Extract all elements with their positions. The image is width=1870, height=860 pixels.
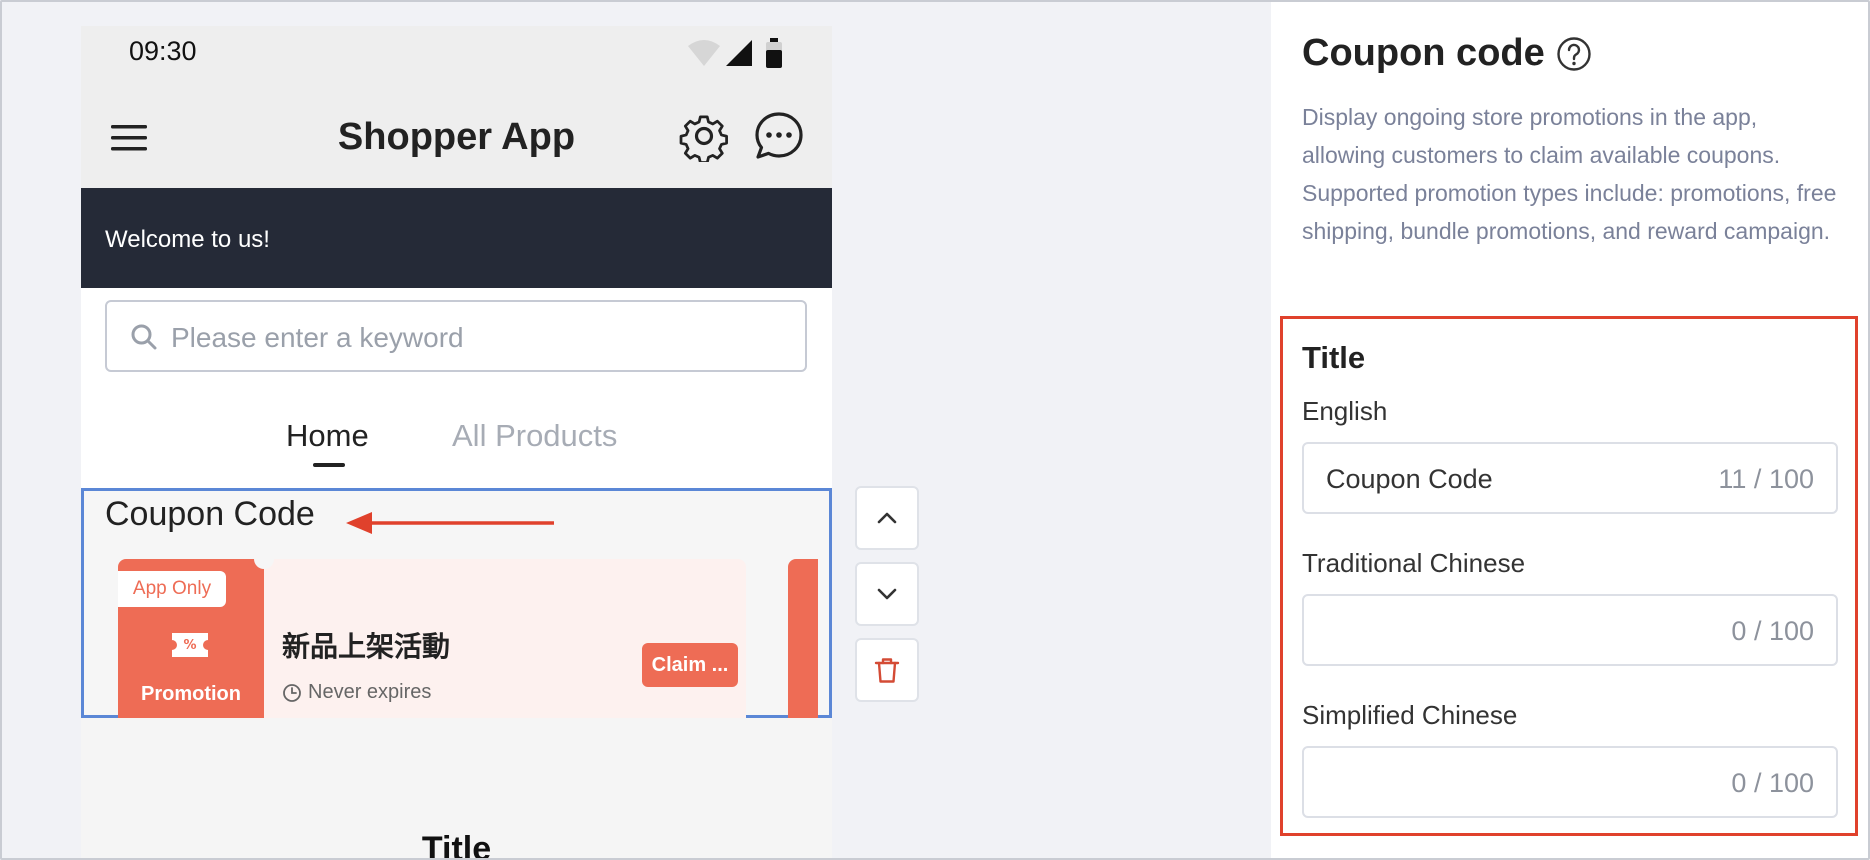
panel-title: Coupon code — [1302, 32, 1545, 74]
english-field-label: English — [1302, 396, 1388, 426]
coupon-section[interactable]: Coupon Code App Only % Promotion 新品上架活動 … — [81, 488, 832, 769]
panel-description: Display ongoing store promotions in the … — [1302, 104, 1837, 244]
search-placeholder: Please enter a keyword — [171, 322, 464, 353]
signal-icon — [726, 40, 752, 66]
title-preview-text: Title — [421, 830, 492, 860]
delete-button[interactable] — [855, 638, 919, 702]
tab-active-indicator — [313, 463, 345, 467]
chevron-up-icon — [877, 512, 897, 524]
english-char-counter: 11 / 100 — [1718, 464, 1814, 494]
traditional-chinese-field-label: Traditional Chinese — [1302, 548, 1526, 578]
battery-icon — [766, 38, 782, 68]
move-down-button[interactable] — [855, 562, 919, 626]
simplified-chinese-field-label: Simplified Chinese — [1302, 700, 1518, 730]
search-area: Please enter a keyword Home All Products — [81, 288, 832, 488]
move-up-button[interactable] — [855, 486, 919, 550]
trash-icon — [874, 658, 900, 683]
status-icons — [688, 38, 782, 68]
coupon-name: 新品上架活動 — [282, 630, 451, 663]
phone-preview: 09:30 Shopper App Welcome to us! Please … — [81, 26, 832, 860]
status-time: 09:30 — [129, 36, 197, 66]
gear-icon[interactable] — [678, 110, 730, 162]
help-icon[interactable] — [1556, 36, 1592, 72]
english-title-value: Coupon Code — [1326, 464, 1493, 494]
tab-all-products[interactable]: All Products — [452, 418, 617, 454]
clock-icon — [283, 684, 301, 702]
coupon-expiry: Never expires — [308, 681, 432, 703]
search-icon — [131, 324, 157, 350]
coupon-type-label: Promotion — [141, 683, 241, 705]
traditional-chinese-title-input[interactable]: 0 / 100 — [1302, 594, 1838, 666]
english-title-input[interactable]: Coupon Code 11 / 100 — [1302, 442, 1838, 514]
claim-button[interactable]: Claim ... — [642, 643, 738, 687]
status-bar: 09:30 — [81, 26, 832, 96]
app-only-badge: App Only — [118, 571, 226, 607]
ticket-icon: % — [172, 633, 208, 657]
settings-panel: Coupon code Display ongoing store promot… — [1271, 0, 1870, 860]
app-header: Shopper App — [81, 96, 832, 188]
wifi-icon — [688, 40, 720, 66]
simplified-chinese-char-counter: 0 / 100 — [1731, 768, 1814, 798]
tab-home[interactable]: Home — [286, 418, 369, 454]
traditional-chinese-char-counter: 0 / 100 — [1731, 616, 1814, 646]
title-settings-heading: Title — [1302, 340, 1366, 375]
simplified-chinese-title-input[interactable]: 0 / 100 — [1302, 746, 1838, 818]
welcome-banner: Welcome to us! — [81, 188, 832, 288]
title-section-preview[interactable]: Title — [81, 718, 832, 860]
chevron-down-icon — [877, 588, 897, 600]
arrow-icon — [346, 512, 554, 534]
search-input[interactable]: Please enter a keyword — [105, 300, 807, 372]
coupon-section-heading: Coupon Code — [105, 495, 315, 533]
svg-text:%: % — [183, 638, 196, 653]
chat-icon[interactable] — [753, 110, 805, 162]
